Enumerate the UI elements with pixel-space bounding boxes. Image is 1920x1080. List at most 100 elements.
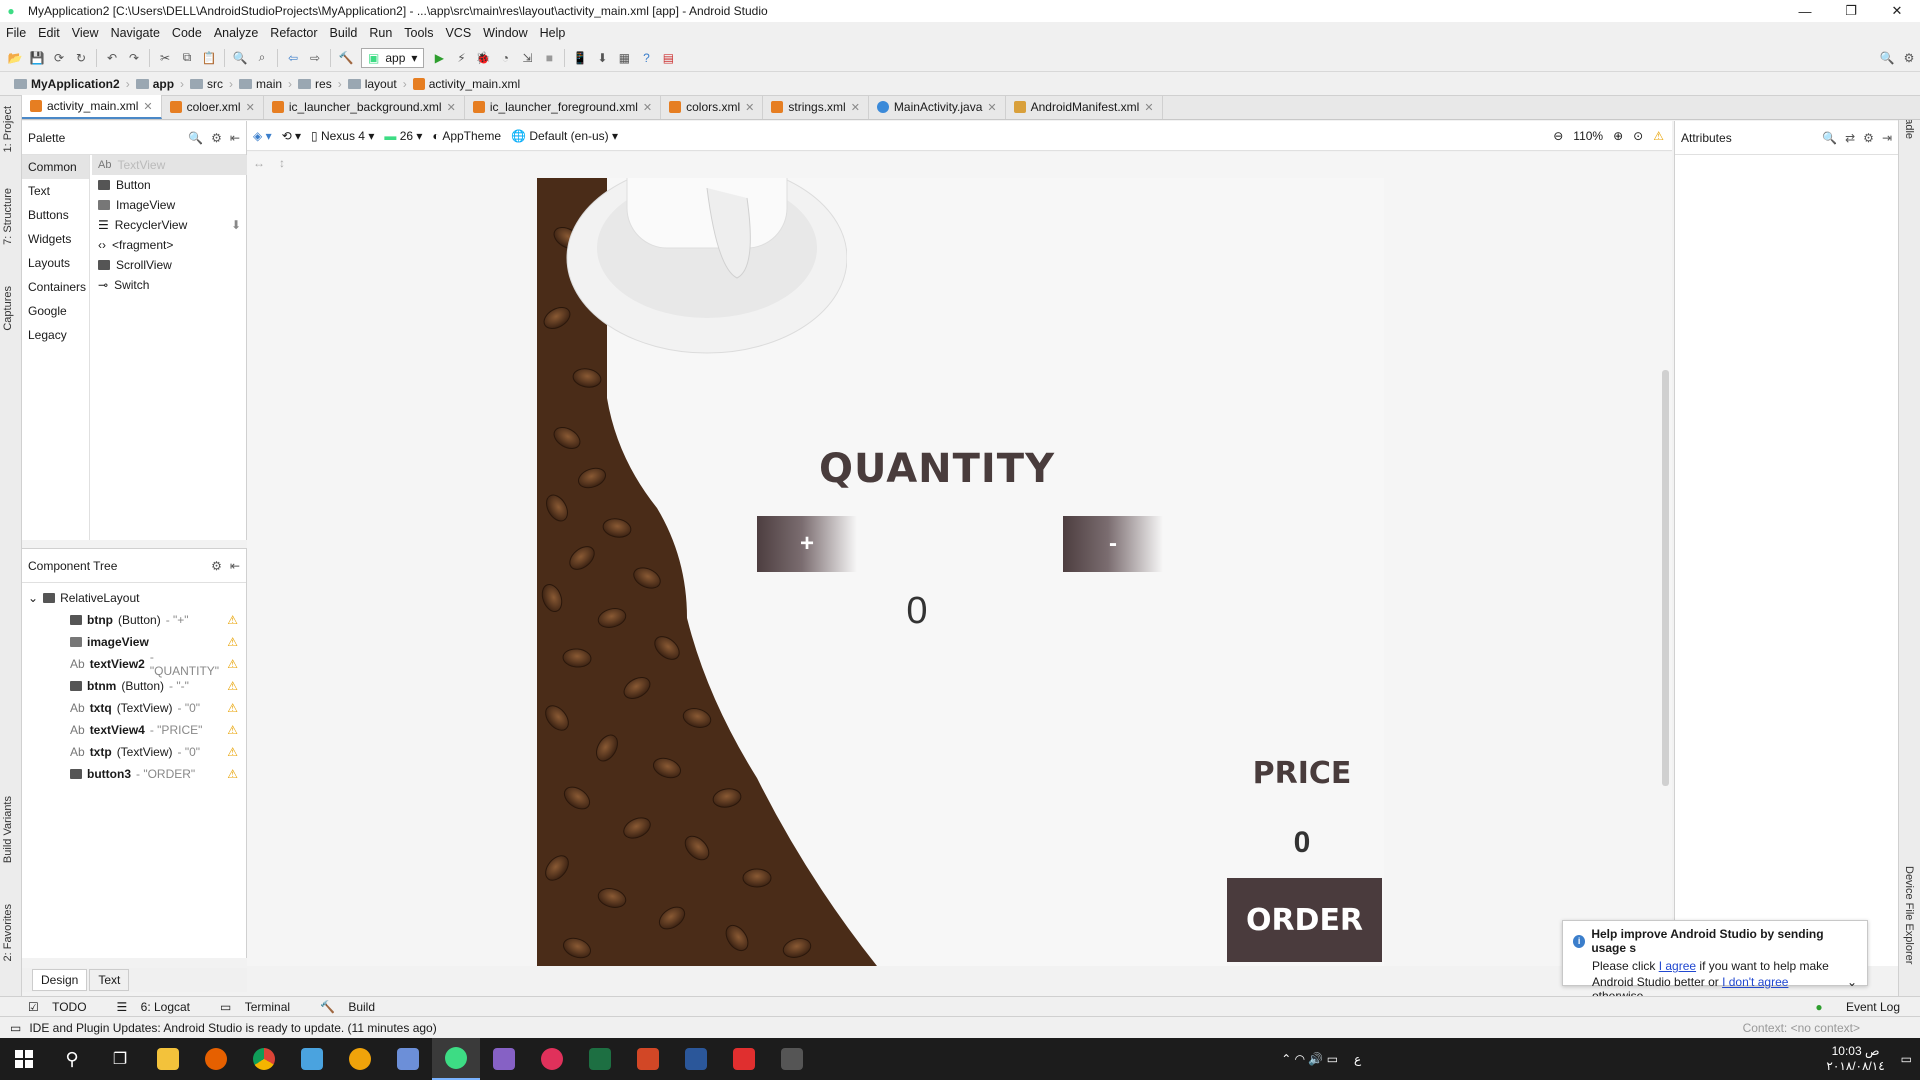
firefox-icon[interactable] <box>192 1038 240 1080</box>
vertical-resize-icon[interactable]: ↕ <box>279 156 285 170</box>
menu-tools[interactable]: Tools <box>398 26 439 40</box>
device-monitor-icon[interactable]: ▤ <box>657 47 679 69</box>
app-icon[interactable] <box>384 1038 432 1080</box>
app-icon[interactable] <box>528 1038 576 1080</box>
gear-icon[interactable]: ⚙ <box>1863 131 1874 145</box>
disagree-link[interactable]: I don't agree <box>1722 975 1788 989</box>
usage-stats-notification[interactable]: i Help improve Android Studio by sending … <box>1562 920 1868 1003</box>
search-icon[interactable]: 🔍 <box>188 131 203 145</box>
close-tab-icon[interactable]: ✕ <box>143 100 152 113</box>
palette-item-imageview[interactable]: ImageView <box>92 195 247 215</box>
acrobat-icon[interactable] <box>720 1038 768 1080</box>
download-icon[interactable]: ⬇ <box>231 218 241 232</box>
warning-icon[interactable]: ⚠ <box>227 679 238 693</box>
stop-icon[interactable]: ■ <box>538 47 560 69</box>
tree-node[interactable]: btnp (Button) - "+" ⚠ <box>22 609 246 631</box>
menu-edit[interactable]: Edit <box>32 26 66 40</box>
menu-window[interactable]: Window <box>477 26 533 40</box>
warning-icon[interactable]: ⚠ <box>227 657 238 671</box>
close-tab-icon[interactable]: ✕ <box>987 101 996 114</box>
menu-navigate[interactable]: Navigate <box>105 26 166 40</box>
palette-item-switch[interactable]: ⊸ Switch <box>92 275 247 295</box>
palette-item-button[interactable]: Button <box>92 175 247 195</box>
warning-icon[interactable]: ⚠ <box>227 767 238 781</box>
app-icon[interactable] <box>336 1038 384 1080</box>
status-message[interactable]: IDE and Plugin Updates: Android Studio i… <box>29 1021 436 1035</box>
tab-ic-launcher-foreground[interactable]: ic_launcher_foreground.xml ✕ <box>465 95 662 119</box>
tree-node[interactable]: Ab txtp (TextView) - "0" ⚠ <box>22 741 246 763</box>
warning-icon[interactable]: ⚠ <box>227 613 238 627</box>
hide-panel-icon[interactable]: ⇤ <box>230 559 240 573</box>
favorites-tool-tab[interactable]: 2: Favorites <box>2 904 14 961</box>
zoom-fit-icon[interactable]: ⊙ <box>1633 129 1643 143</box>
close-button[interactable]: ✕ <box>1874 0 1920 22</box>
refresh-icon[interactable]: ↻ <box>70 47 92 69</box>
undo-icon[interactable]: ↶ <box>101 47 123 69</box>
menu-vcs[interactable]: VCS <box>439 26 477 40</box>
project-structure-icon[interactable]: ▦ <box>613 47 635 69</box>
agree-link[interactable]: I agree <box>1659 959 1696 973</box>
cut-icon[interactable]: ✂ <box>154 47 176 69</box>
warning-icon[interactable]: ⚠ <box>227 635 238 649</box>
notifications-icon[interactable]: ▭ <box>1901 1052 1920 1066</box>
apply-changes-icon[interactable]: ⚡ <box>450 47 472 69</box>
file-explorer-icon[interactable] <box>144 1038 192 1080</box>
tab-design[interactable]: Design <box>32 969 88 991</box>
make-project-icon[interactable]: 🔨 <box>335 47 357 69</box>
help-icon[interactable]: ? <box>635 47 657 69</box>
theme-select[interactable]: ◐ AppTheme <box>432 129 501 143</box>
close-tab-icon[interactable]: ✕ <box>643 101 652 114</box>
tree-node-root[interactable]: ⌄ RelativeLayout <box>22 587 246 609</box>
minimize-button[interactable]: — <box>1782 0 1828 22</box>
debug-icon[interactable]: 🐞 <box>472 47 494 69</box>
status-context[interactable]: Context: <no context> <box>1743 1021 1860 1035</box>
swap-view-icon[interactable]: ⇄ <box>1845 131 1855 145</box>
breadcrumb-layout[interactable]: layout <box>342 77 403 91</box>
palette-category-containers[interactable]: Containers <box>22 275 89 299</box>
search-icon[interactable]: 🔍 <box>1822 131 1837 145</box>
attach-debugger-icon[interactable]: ⇲ <box>516 47 538 69</box>
menu-view[interactable]: View <box>66 26 105 40</box>
logcat-tool-tab[interactable]: ☰ 6: Logcat <box>107 1000 210 1014</box>
close-tab-icon[interactable]: ✕ <box>1144 101 1153 114</box>
device-select[interactable]: ▯ Nexus 4 ▾ <box>311 129 374 143</box>
run-icon[interactable]: ▶ <box>428 47 450 69</box>
open-folder-icon[interactable]: 📂 <box>4 47 26 69</box>
event-log-tool-tab[interactable]: ● Event Log <box>1795 1000 1920 1014</box>
build-tool-tab[interactable]: 🔨 Build <box>310 1000 395 1014</box>
replace-icon[interactable]: ⌕ <box>251 47 273 69</box>
tab-ic-launcher-background[interactable]: ic_launcher_background.xml ✕ <box>264 95 465 119</box>
close-tab-icon[interactable]: ✕ <box>851 101 860 114</box>
api-level-select[interactable]: ▬ 26 ▾ <box>384 129 422 143</box>
tree-node[interactable]: Ab textView4- "PRICE" ⚠ <box>22 719 246 741</box>
todo-tool-tab[interactable]: ☑ TODO <box>0 1000 107 1014</box>
palette-category-text[interactable]: Text <box>22 179 89 203</box>
plus-button[interactable]: + <box>757 516 857 572</box>
back-icon[interactable]: ⇦ <box>282 47 304 69</box>
breadcrumb-res[interactable]: res <box>292 77 338 91</box>
palette-category-widgets[interactable]: Widgets <box>22 227 89 251</box>
word-icon[interactable] <box>672 1038 720 1080</box>
palette-item-scrollview[interactable]: ScrollView <box>92 255 247 275</box>
find-icon[interactable]: 🔍 <box>229 47 251 69</box>
warning-icon[interactable]: ⚠ <box>227 723 238 737</box>
run-config-select[interactable]: ▣ app ▾ <box>361 47 425 68</box>
breadcrumb-file[interactable]: activity_main.xml <box>407 77 526 91</box>
gear-icon[interactable]: ⚙ <box>211 131 222 145</box>
minus-button[interactable]: - <box>1063 516 1163 572</box>
layout-preview[interactable]: QUANTITY + - 0 PRICE 0 ORDER <box>537 178 1384 966</box>
profile-icon[interactable]: ◔ <box>494 47 516 69</box>
menu-refactor[interactable]: Refactor <box>264 26 323 40</box>
input-language[interactable]: ع <box>1346 1052 1369 1066</box>
structure-tool-tab[interactable]: 7: Structure <box>2 188 14 245</box>
warning-icon[interactable]: ⚠ <box>1653 129 1664 143</box>
excel-icon[interactable] <box>576 1038 624 1080</box>
powerpoint-icon[interactable] <box>624 1038 672 1080</box>
palette-item-fragment[interactable]: ‹› <fragment> <box>92 235 247 255</box>
hide-panel-icon[interactable]: ⇥ <box>1882 131 1892 145</box>
search-everywhere-icon[interactable]: 🔍 <box>1876 47 1898 69</box>
settings-icon[interactable]: ⚙ <box>1898 47 1920 69</box>
orientation-icon[interactable]: ⟲ ▾ <box>282 129 301 143</box>
palette-category-common[interactable]: Common <box>22 155 89 179</box>
tab-main-activity[interactable]: MainActivity.java ✕ <box>869 95 1006 119</box>
